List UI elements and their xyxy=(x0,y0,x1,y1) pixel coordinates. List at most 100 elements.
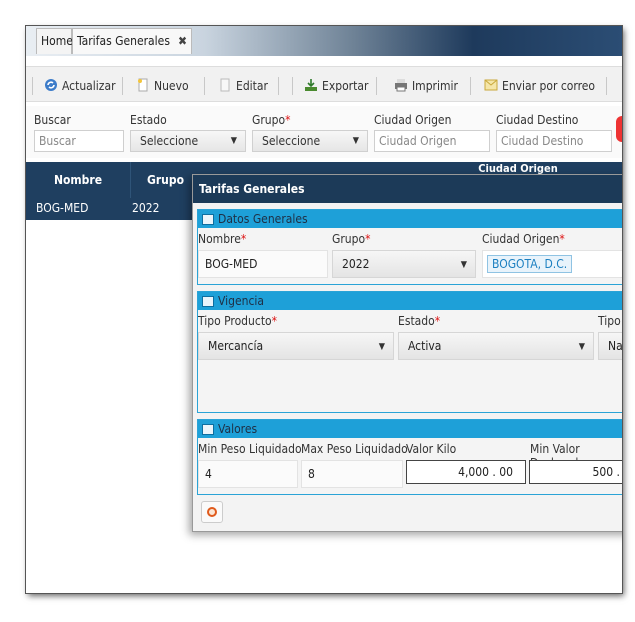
form-icon xyxy=(202,214,214,225)
table-row[interactable]: BOG-MED 2022 xyxy=(26,198,196,220)
editar-button[interactable]: Editar xyxy=(218,75,268,97)
estado-modal-value: Activa xyxy=(408,339,442,353)
tipo-value: Na xyxy=(608,339,622,353)
actualizar-button[interactable]: Actualizar xyxy=(44,75,116,97)
exportar-button[interactable]: Exportar xyxy=(304,75,368,97)
tipo-producto-select[interactable]: Mercancía ▼ xyxy=(198,332,394,360)
filter-bar: Buscar Buscar Estado Seleccione ▼ Grupo*… xyxy=(26,106,622,158)
exportar-label: Exportar xyxy=(322,79,369,93)
valores-header: Valores xyxy=(198,420,622,438)
tab-tarifas-generales[interactable]: Tarifas Generales ✖ xyxy=(72,28,192,54)
grupo-field-value: 2022 xyxy=(342,257,370,271)
max-peso-label: Max Peso Liquidado xyxy=(301,442,408,456)
tipo-producto-value: Mercancía xyxy=(208,339,264,353)
chevron-down-icon: ▼ xyxy=(352,136,359,146)
close-icon[interactable]: ✖ xyxy=(178,29,187,53)
grupo-select-value: Seleccione xyxy=(262,134,321,148)
toolbar-separator xyxy=(204,77,205,95)
toolbar-separator xyxy=(32,77,33,95)
min-valor-declarado-field[interactable]: 500 . xyxy=(529,460,622,484)
column-header-nombre[interactable]: Nombre xyxy=(26,162,130,198)
required-mark: * xyxy=(434,314,441,328)
ciudad-origen-chip[interactable]: BOGOTA, D.C. xyxy=(487,255,573,273)
tipo-producto-label: Tipo Producto* xyxy=(198,314,277,328)
modal-title: Tarifas Generales xyxy=(193,175,622,203)
ciudad-origen-input[interactable]: Ciudad Origen xyxy=(374,130,490,152)
estado-label: Estado xyxy=(130,113,167,127)
toolbar: Actualizar Nuevo Editar Exportar Imprimi… xyxy=(26,66,622,102)
imprimir-button[interactable]: Imprimir xyxy=(394,75,458,97)
tab-home-label: Home xyxy=(41,34,73,48)
chevron-down-icon: ▼ xyxy=(578,342,585,352)
ciudad-origen-filter-label: Ciudad Origen xyxy=(374,113,452,127)
nuevo-button[interactable]: Nuevo xyxy=(136,75,189,97)
chevron-down-icon: ▼ xyxy=(460,260,467,270)
max-peso-field[interactable]: 8 xyxy=(301,460,403,488)
imprimir-label: Imprimir xyxy=(412,79,458,93)
help-button[interactable] xyxy=(201,501,223,523)
datos-generales-header: Datos Generales xyxy=(198,210,622,228)
nombre-field[interactable]: BOG-MED xyxy=(198,250,328,278)
tipo-label: Tipo xyxy=(598,314,621,328)
new-document-icon xyxy=(138,78,148,92)
refresh-icon xyxy=(45,79,57,91)
required-mark: * xyxy=(240,232,247,246)
valores-section: Valores Min Peso Liquidado 4 Max Peso Li… xyxy=(197,419,622,495)
required-mark: * xyxy=(559,232,565,246)
grupo-filter-label: Grupo* xyxy=(252,113,291,127)
form-icon xyxy=(202,424,214,435)
ciudad-origen-label: Ciudad Origen* xyxy=(482,232,565,246)
grupo-select[interactable]: Seleccione ▼ xyxy=(252,130,368,152)
lifebuoy-icon xyxy=(207,507,217,517)
clear-filter-button[interactable] xyxy=(616,116,622,142)
buscar-input[interactable]: Buscar xyxy=(34,130,124,152)
grupo-filter-label-text: Grupo xyxy=(252,113,286,127)
form-icon xyxy=(202,296,214,307)
datos-generales-title: Datos Generales xyxy=(218,212,308,226)
estado-select[interactable]: Seleccione ▼ xyxy=(130,130,246,152)
estado-select-value: Seleccione xyxy=(140,134,199,148)
nuevo-label: Nuevo xyxy=(154,79,189,93)
grupo-label-text: Grupo xyxy=(332,232,366,246)
chevron-down-icon: ▼ xyxy=(378,342,385,352)
toolbar-separator xyxy=(292,77,293,95)
enviar-correo-label: Enviar por correo xyxy=(502,79,596,93)
cell-grupo: 2022 xyxy=(132,201,160,215)
estado-modal-label-text: Estado xyxy=(398,314,435,328)
column-header-grupo[interactable]: Grupo xyxy=(130,162,200,198)
actualizar-label: Actualizar xyxy=(62,79,116,93)
min-peso-field[interactable]: 4 xyxy=(198,460,298,488)
tab-home[interactable]: Home xyxy=(36,28,73,54)
print-icon xyxy=(395,79,407,92)
export-icon xyxy=(305,79,317,91)
edit-icon xyxy=(220,78,230,92)
editar-label: Editar xyxy=(236,79,268,93)
ciudad-destino-input[interactable]: Ciudad Destino xyxy=(496,130,612,152)
grupo-field[interactable]: 2022 ▼ xyxy=(332,250,476,278)
toolbar-separator xyxy=(376,77,377,95)
tipo-select[interactable]: Na xyxy=(598,332,622,360)
min-peso-label: Min Peso Liquidado xyxy=(198,442,302,456)
required-mark: * xyxy=(271,314,278,328)
nombre-label-text: Nombre xyxy=(198,232,241,246)
tab-bar: Home Tarifas Generales ✖ xyxy=(26,26,622,56)
toolbar-separator xyxy=(470,77,471,95)
enviar-correo-button[interactable]: Enviar por correo xyxy=(484,75,595,97)
required-mark: * xyxy=(285,113,291,127)
vigencia-section: Vigencia Tipo Producto* Mercancía ▼ Esta… xyxy=(197,291,622,413)
tarifas-modal: Tarifas Generales Datos Generales Nombre… xyxy=(192,174,622,532)
valor-kilo-field[interactable]: 4,000 . 00 xyxy=(406,460,526,484)
toolbar-separator xyxy=(278,77,279,95)
vigencia-header: Vigencia xyxy=(198,292,622,310)
vigencia-title: Vigencia xyxy=(218,294,265,308)
ciudad-destino-filter-label: Ciudad Destino xyxy=(496,113,579,127)
chevron-down-icon: ▼ xyxy=(230,136,237,146)
datos-generales-section: Datos Generales Nombre* BOG-MED Grupo* 2… xyxy=(197,209,622,285)
ciudad-origen-field[interactable]: BOGOTA, D.C. xyxy=(482,250,622,278)
buscar-label: Buscar xyxy=(34,113,71,127)
tab-tarifas-label: Tarifas Generales xyxy=(77,34,170,48)
nombre-label: Nombre* xyxy=(198,232,246,246)
estado-modal-label: Estado* xyxy=(398,314,440,328)
app-window: Home Tarifas Generales ✖ Actualizar Nuev… xyxy=(26,26,622,593)
estado-modal-select[interactable]: Activa ▼ xyxy=(398,332,594,360)
